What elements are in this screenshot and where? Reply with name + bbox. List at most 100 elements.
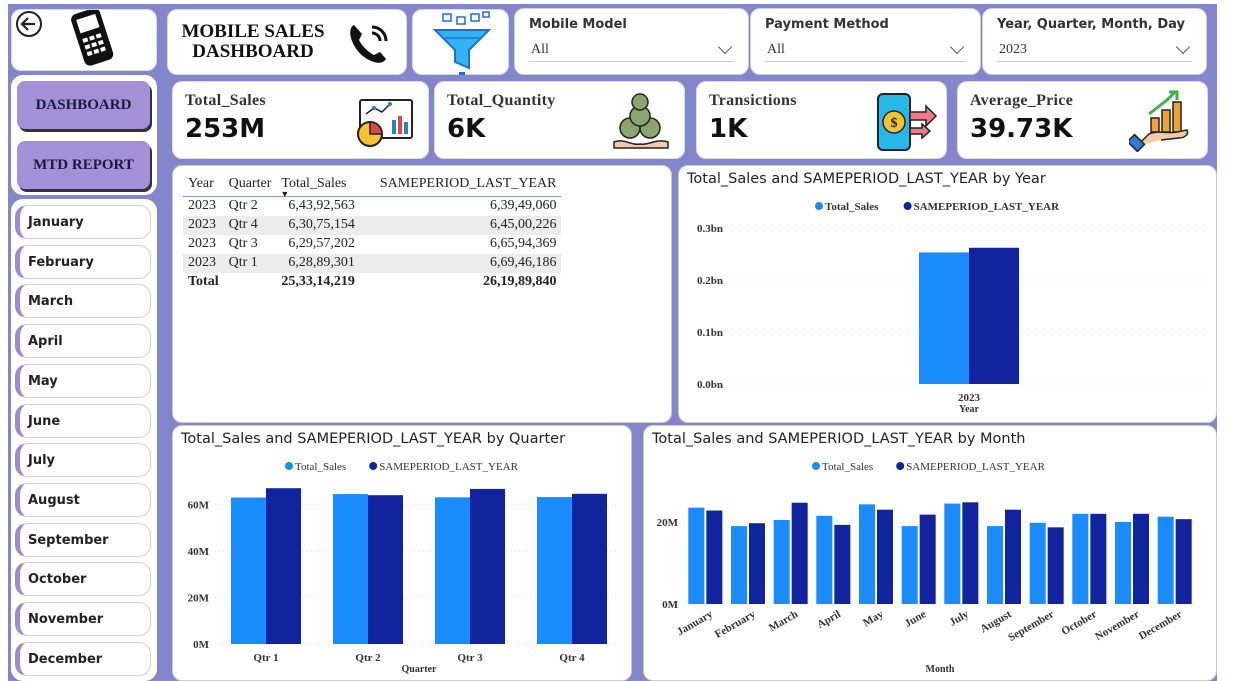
bar-total-sales-2023[interactable] xyxy=(919,252,969,384)
bar-total-sales-july[interactable] xyxy=(944,503,961,604)
bar-last-year-may[interactable] xyxy=(877,509,893,604)
bar-last-year-june[interactable] xyxy=(919,514,936,604)
legend-label[interactable]: SAMEPERIOD_LAST_YEAR xyxy=(914,201,1061,213)
column-header-last-year[interactable]: SAMEPERIOD_LAST_YEAR xyxy=(359,174,562,197)
slicer-mobile-model[interactable]: Mobile Model All xyxy=(514,8,749,75)
bar-total-sales-september[interactable] xyxy=(1029,522,1046,604)
bar-last-year-january[interactable] xyxy=(706,510,723,604)
month-button-july[interactable]: July xyxy=(15,443,151,478)
legend-marker xyxy=(369,462,378,470)
month-button-august[interactable]: August xyxy=(15,482,151,517)
legend-label[interactable]: SAMEPERIOD_LAST_YEAR xyxy=(379,461,518,473)
mobile-model-dropdown[interactable]: All xyxy=(529,38,734,62)
month-chart-panel: Total_Sales and SAMEPERIOD_LAST_YEAR by … xyxy=(643,425,1217,681)
bar-total-sales-june[interactable] xyxy=(901,526,918,604)
slicer-date-hierarchy[interactable]: Year, Quarter, Month, Day 2023 xyxy=(982,8,1207,75)
month-button-october[interactable]: October xyxy=(15,562,151,597)
phone-call-icon xyxy=(350,25,388,63)
month-button-march[interactable]: March xyxy=(15,284,151,319)
bar-last-year-qtr-4[interactable] xyxy=(572,493,607,644)
bar-last-year-december[interactable] xyxy=(1175,519,1192,604)
kpi-total-quantity: Total_Quantity 6K xyxy=(434,81,685,159)
bar-last-year-november[interactable] xyxy=(1133,513,1149,604)
mtd-report-button[interactable]: MTD REPORT xyxy=(17,141,150,189)
month-button-may[interactable]: May xyxy=(15,363,151,398)
quarter-chart-panel: Total_Sales and SAMEPERIOD_LAST_YEAR by … xyxy=(172,425,632,681)
date-hierarchy-dropdown[interactable]: 2023 xyxy=(997,38,1192,62)
title-card: MOBILE SALES DASHBOARD xyxy=(167,9,407,75)
payment-method-dropdown[interactable]: All xyxy=(765,38,966,62)
bar-total-sales-qtr-1[interactable] xyxy=(231,497,266,644)
month-button-november[interactable]: November xyxy=(15,602,151,636)
chart-legend: Total_Sales SAMEPERIOD_LAST_YEAR xyxy=(812,461,1046,473)
total-empty-cell xyxy=(224,273,277,292)
x-tick-label: Qtr 1 xyxy=(253,652,278,664)
bar-last-year-october[interactable] xyxy=(1090,513,1107,604)
month-button-april[interactable]: April xyxy=(15,324,151,359)
table-row[interactable]: 2023 Qtr 3 6,29,57,202 6,65,94,369 xyxy=(183,235,561,254)
x-tick-label: June xyxy=(903,608,929,630)
bar-last-year-qtr-3[interactable] xyxy=(470,488,505,644)
bar-total-sales-qtr-2[interactable] xyxy=(333,494,368,644)
bar-total-sales-january[interactable] xyxy=(688,507,705,604)
bar-total-sales-may[interactable] xyxy=(859,504,875,604)
month-button-january[interactable]: January xyxy=(15,205,151,239)
cell-total-sales: 6,29,57,202 xyxy=(288,236,355,251)
table-row[interactable]: 2023 Qtr 4 6,30,75,154 6,45,00,226 xyxy=(183,215,562,235)
dashboard-button[interactable]: DASHBOARD xyxy=(17,81,150,129)
bar-last-year-february[interactable] xyxy=(749,523,765,604)
x-tick-label: March xyxy=(767,608,800,634)
slicer-payment-method[interactable]: Payment Method All xyxy=(750,8,981,75)
growth-hand-icon xyxy=(1129,90,1189,152)
total-sales-value: 25,33,14,219 xyxy=(281,274,355,289)
bar-last-year-2023[interactable] xyxy=(969,247,1019,384)
bar-total-sales-april[interactable] xyxy=(816,515,833,604)
title-line-1: MOBILE SALES xyxy=(181,21,325,42)
dropdown-value: 2023 xyxy=(999,42,1027,57)
filter-funnel-icon[interactable] xyxy=(413,10,510,76)
table-row[interactable]: 2023 Qtr 2 6,43,92,563 6,39,49,060 xyxy=(183,197,561,216)
back-arrow-icon[interactable] xyxy=(16,11,42,37)
bar-last-year-qtr-2[interactable] xyxy=(368,495,403,644)
x-tick-label: September xyxy=(1006,608,1056,644)
bar-last-year-march[interactable] xyxy=(791,502,808,604)
total-last-year-value: 26,19,89,840 xyxy=(482,274,557,289)
legend-label[interactable]: Total_Sales xyxy=(825,201,879,213)
bar-total-sales-qtr-4[interactable] xyxy=(537,497,572,644)
filter-card[interactable] xyxy=(412,9,509,75)
x-tick-label: Qtr 2 xyxy=(355,652,381,664)
month-button-december[interactable]: December xyxy=(15,641,151,676)
bar-last-year-qtr-1[interactable] xyxy=(266,488,301,644)
table-row[interactable]: 2023 Qtr 1 6,28,89,301 6,69,46,186 xyxy=(183,253,562,273)
bar-total-sales-december[interactable] xyxy=(1157,516,1174,604)
column-header-total-sales[interactable]: Total_Sales ▼ xyxy=(276,174,360,199)
legend-label[interactable]: SAMEPERIOD_LAST_YEAR xyxy=(906,461,1045,473)
bar-last-year-september[interactable] xyxy=(1047,527,1064,604)
bar-last-year-august[interactable] xyxy=(1005,509,1021,604)
y-tick-label: 0.1bn xyxy=(697,327,723,339)
chevron-down-icon xyxy=(1175,39,1191,55)
month-button-september[interactable]: September xyxy=(15,522,151,557)
bar-last-year-july[interactable] xyxy=(962,502,979,604)
bar-total-sales-august[interactable] xyxy=(987,526,1003,604)
bar-total-sales-march[interactable] xyxy=(773,519,790,604)
logo-card xyxy=(11,0,157,71)
month-button-february[interactable]: February xyxy=(15,244,151,279)
y-tick-label: 20M xyxy=(657,517,679,529)
legend-label[interactable]: Total_Sales xyxy=(822,461,873,473)
total-label: Total xyxy=(188,274,219,289)
bar-total-sales-october[interactable] xyxy=(1072,513,1089,604)
cell-quarter: Qtr 4 xyxy=(223,215,277,235)
cell-last-year: 6,39,49,060 xyxy=(489,198,557,214)
bar-total-sales-qtr-3[interactable] xyxy=(435,497,470,644)
column-header-year[interactable]: Year xyxy=(183,174,224,197)
month-button-june[interactable]: June xyxy=(15,403,151,438)
dashboard-title: MOBILE SALES DASHBOARD xyxy=(168,22,338,62)
legend-label[interactable]: Total_Sales xyxy=(295,461,346,473)
svg-text:$: $ xyxy=(891,116,898,131)
bar-last-year-april[interactable] xyxy=(834,524,851,604)
x-axis-title: Month xyxy=(926,664,955,675)
bar-total-sales-february[interactable] xyxy=(731,526,747,604)
bar-total-sales-november[interactable] xyxy=(1115,522,1131,604)
column-header-quarter[interactable]: Quarter xyxy=(223,174,277,197)
